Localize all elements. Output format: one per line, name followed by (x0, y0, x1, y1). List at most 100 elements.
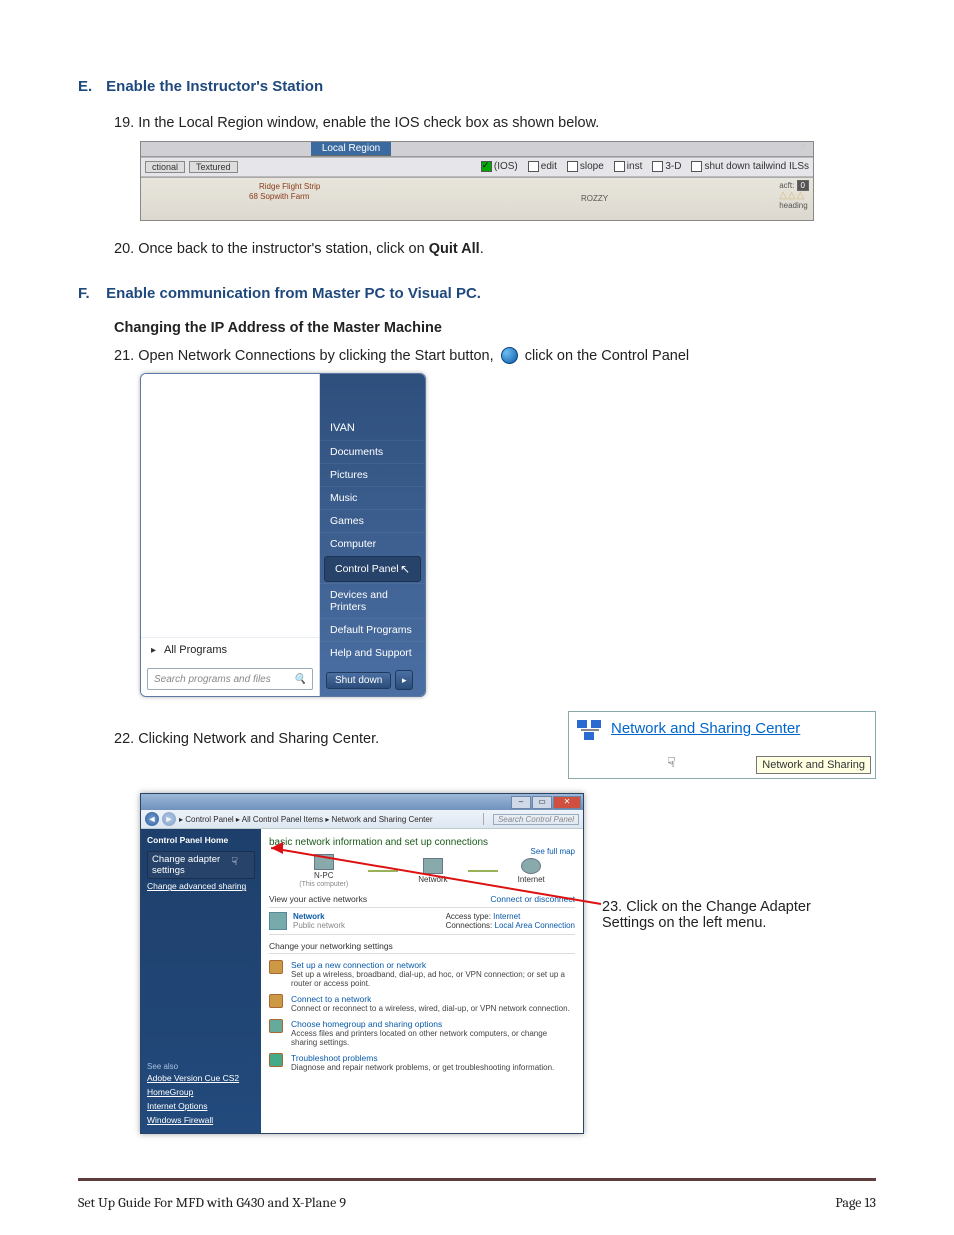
nsc-heading: basic network information and set up con… (269, 837, 575, 848)
step-21-pre: Open Network Connections by clicking the… (138, 348, 493, 364)
network-name[interactable]: Network (293, 912, 345, 921)
step-20-num: 20. (114, 241, 134, 257)
slope-checkbox[interactable]: slope (567, 161, 604, 172)
network-category-icon (269, 912, 287, 930)
see-full-map-link[interactable]: See full map (531, 847, 575, 856)
step-20-bold: Quit All (429, 241, 480, 257)
network-sharing-tooltip: Network and Sharing (756, 756, 871, 774)
local-area-connection-link[interactable]: Local Area Connection (495, 921, 576, 930)
sm-music[interactable]: Music (320, 486, 425, 509)
footer-page: Page 13 (835, 1194, 876, 1211)
checkbox-icon (652, 161, 663, 172)
step-22-num: 22. (114, 731, 134, 747)
change-advanced-sharing-link[interactable]: Change advanced sharing (147, 881, 255, 891)
network-sharing-link[interactable]: Network and Sharing Center (611, 720, 800, 737)
hand-cursor-icon: ☟ (667, 754, 676, 771)
shutdown-button[interactable]: Shut down (326, 672, 391, 689)
task-connect-network[interactable]: Connect to a networkConnect or reconnect… (269, 994, 575, 1013)
shutdown-group: Shut down ▸ (326, 670, 419, 690)
checkbox-checked-icon (481, 161, 492, 172)
step-22: 22. Clicking Network and Sharing Center. (114, 711, 518, 747)
windows-start-orb-icon (501, 347, 518, 364)
see-also-windows-firewall[interactable]: Windows Firewall (147, 1115, 255, 1125)
sm-games[interactable]: Games (320, 509, 425, 532)
nsc-nav-bar: ◄ ► ▸ Control Panel ▸ All Control Panel … (141, 810, 583, 829)
active-network-row: Network Public network Access type: Inte… (269, 907, 575, 935)
network-icon (423, 858, 443, 874)
local-region-map: Ridge Flight Strip 68 Sopwith Farm ROZZY… (141, 177, 813, 220)
shutdown-ils-checkbox[interactable]: shut down tailwind ILSs (691, 161, 809, 172)
local-region-window: Local Region ✕ ctional Textured (IOS) ed… (140, 141, 814, 221)
task-setup-connection[interactable]: Set up a new connection or networkSet up… (269, 960, 575, 988)
control-panel-home[interactable]: Control Panel Home (147, 835, 255, 845)
sm-control-panel[interactable]: Control Panel ↖ (324, 556, 421, 582)
section-e-heading: E. Enable the Instructor's Station (78, 78, 876, 95)
section-e-title: Enable the Instructor's Station (106, 78, 323, 95)
breadcrumb[interactable]: ▸ Control Panel ▸ All Control Panel Item… (179, 815, 480, 824)
map-label-ridge: Ridge Flight Strip (259, 182, 320, 191)
triangle-icons: △△△ (779, 190, 809, 201)
sm-pictures[interactable]: Pictures (320, 463, 425, 486)
change-adapter-settings-link[interactable]: Change adapter settings ☟ (147, 851, 255, 879)
ios-checkbox[interactable]: (IOS) (481, 161, 518, 172)
section-e-letter: E. (78, 78, 102, 95)
sm-devices[interactable]: Devices and Printers (320, 583, 425, 618)
hand-cursor-icon: ☟ (231, 855, 238, 868)
step-19-text: In the Local Region window, enable the I… (138, 115, 599, 131)
nsc-main-pane: basic network information and set up con… (261, 829, 583, 1133)
start-menu: All Programs Search programs and files 🔍… (140, 373, 426, 697)
search-placeholder: Search programs and files (154, 674, 271, 685)
local-region-toolbar: ctional Textured (IOS) edit slope inst 3… (141, 157, 813, 177)
sm-computer[interactable]: Computer (320, 532, 425, 555)
task-icon (269, 994, 283, 1008)
maximize-button[interactable]: ▭ (532, 796, 552, 809)
inst-checkbox[interactable]: inst (614, 161, 643, 172)
footer-title: Set Up Guide For MFD with G430 and X-Pla… (78, 1194, 346, 1211)
see-also-homegroup[interactable]: HomeGroup (147, 1087, 255, 1097)
search-icon: 🔍 (294, 674, 306, 685)
nav-back-button[interactable]: ◄ (145, 812, 159, 826)
start-menu-left-pane: All Programs Search programs and files 🔍 (141, 374, 320, 696)
see-also-label: See also (147, 1062, 255, 1071)
step-20-pre: Once back to the instructor's station, c… (138, 241, 428, 257)
task-homegroup[interactable]: Choose homegroup and sharing optionsAcce… (269, 1019, 575, 1047)
task-icon (269, 960, 283, 974)
checkbox-icon (691, 161, 702, 172)
search-input[interactable]: Search programs and files 🔍 (147, 668, 313, 690)
task-troubleshoot[interactable]: Troubleshoot problemsDiagnose and repair… (269, 1053, 575, 1072)
sub-heading-ip: Changing the IP Address of the Master Ma… (114, 320, 876, 336)
minimize-button[interactable]: – (511, 796, 531, 809)
step-23-num: 23. (602, 899, 622, 915)
connect-disconnect-link[interactable]: Connect or disconnect (490, 894, 575, 904)
page-footer: Set Up Guide For MFD with G430 and X-Pla… (78, 1194, 876, 1211)
step-23: 23. Click on the Change Adapter Settings… (602, 899, 834, 931)
see-also-adobe[interactable]: Adobe Version Cue CS2 (147, 1073, 255, 1083)
pc-icon (314, 854, 334, 870)
edit-checkbox[interactable]: edit (528, 161, 557, 172)
network-sharing-icon (577, 720, 603, 744)
all-programs-item[interactable]: All Programs (141, 637, 319, 662)
step-23-text: Click on the Change Adapter Settings on … (602, 899, 811, 931)
shutdown-arrow-button[interactable]: ▸ (395, 670, 413, 690)
sm-documents[interactable]: Documents (320, 440, 425, 463)
globe-icon (521, 858, 541, 874)
section-f-heading: F. Enable communication from Master PC t… (78, 285, 876, 302)
nav-forward-button[interactable]: ► (162, 812, 176, 826)
network-topology: N-PC(This computer) Network Internet (269, 854, 575, 888)
task-icon (269, 1019, 283, 1033)
sm-defaults[interactable]: Default Programs (320, 618, 425, 641)
cursor-icon: ↖ (400, 562, 410, 576)
start-menu-username: IVAN (320, 418, 425, 440)
sectional-tab[interactable]: ctional (145, 161, 185, 173)
textured-tab[interactable]: Textured (189, 161, 238, 173)
see-also-internet-options[interactable]: Internet Options (147, 1101, 255, 1111)
sm-help[interactable]: Help and Support (320, 641, 425, 664)
nsc-search-input[interactable]: Search Control Panel (493, 814, 579, 825)
map-label-farm: 68 Sopwith Farm (249, 192, 309, 201)
step-20-post: . (480, 241, 484, 257)
close-button[interactable]: ✕ (553, 796, 581, 809)
step-21-post: click on the Control Panel (525, 348, 689, 364)
step-21: 21. Open Network Connections by clicking… (114, 346, 876, 368)
close-icon[interactable]: ✕ (799, 143, 809, 153)
3d-checkbox[interactable]: 3-D (652, 161, 681, 172)
